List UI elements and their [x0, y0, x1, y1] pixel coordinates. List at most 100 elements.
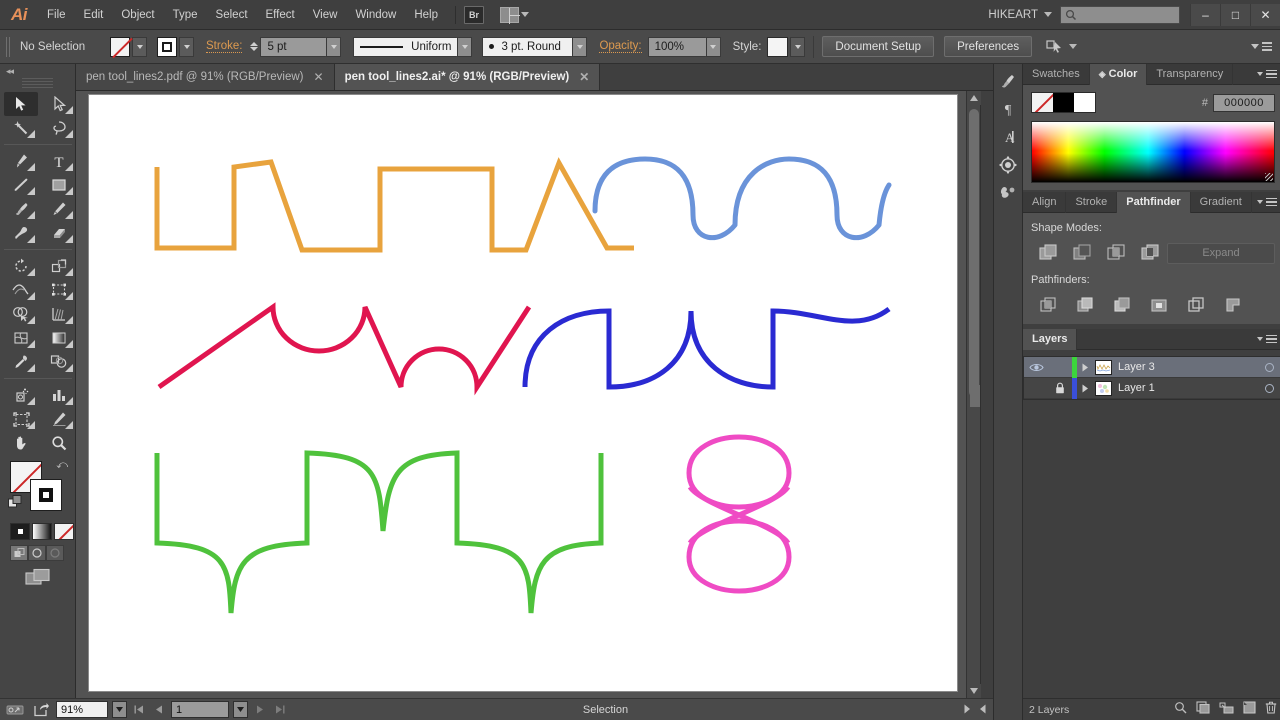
- column-graph-tool[interactable]: [42, 383, 76, 407]
- outline-button[interactable]: [1179, 293, 1216, 317]
- type-tool[interactable]: T: [42, 149, 76, 173]
- layer-disclosure-triangle[interactable]: [1077, 384, 1093, 393]
- layer-visibility-toggle[interactable]: [1024, 362, 1048, 373]
- stroke-swatch[interactable]: [30, 479, 62, 511]
- tab-align[interactable]: Align: [1023, 191, 1067, 213]
- opacity-combo[interactable]: 100%: [647, 36, 721, 57]
- stroke-weight-combo[interactable]: 5 pt: [260, 36, 342, 57]
- document-tab-ai[interactable]: pen tool_lines2.ai* @ 91% (RGB/Preview) …: [334, 64, 601, 90]
- close-icon[interactable]: ✕: [314, 71, 324, 83]
- swatch-white[interactable]: [1074, 93, 1095, 112]
- divide-button[interactable]: [1031, 293, 1068, 317]
- layer-lock-toggle[interactable]: [1048, 382, 1072, 394]
- rectangle-tool[interactable]: [42, 173, 76, 197]
- layer-row-1[interactable]: Layer 1: [1024, 377, 1280, 399]
- artboard-tool[interactable]: [4, 407, 38, 431]
- close-icon[interactable]: ✕: [579, 71, 589, 83]
- stroke-weight-stepper[interactable]: [250, 42, 259, 51]
- change-screen-mode-button[interactable]: [0, 568, 75, 586]
- close-button[interactable]: ✕: [1250, 3, 1280, 26]
- tab-transparency[interactable]: Transparency: [1147, 63, 1234, 85]
- delete-selection-icon[interactable]: [1265, 701, 1277, 719]
- intersect-button[interactable]: [1099, 241, 1133, 265]
- magic-wand-tool[interactable]: [4, 116, 38, 140]
- share-on-behance-icon[interactable]: [30, 702, 52, 718]
- zoom-level-input[interactable]: 91%: [56, 701, 108, 718]
- default-fill-stroke-icon[interactable]: [8, 495, 22, 514]
- crop-button[interactable]: [1142, 293, 1179, 317]
- layer-row-3[interactable]: Layer 3: [1024, 356, 1280, 378]
- tab-layers[interactable]: Layers: [1023, 328, 1078, 350]
- brush-definition-combo[interactable]: 3 pt. Round: [482, 36, 588, 57]
- toolbar-grip[interactable]: [22, 78, 53, 88]
- mesh-tool[interactable]: [4, 326, 38, 350]
- layer-name[interactable]: Layer 3: [1118, 361, 1256, 373]
- paragraph-icon[interactable]: ¶: [994, 96, 1022, 122]
- tab-stroke[interactable]: Stroke: [1066, 191, 1118, 213]
- stroke-weight-value[interactable]: 5 pt: [260, 36, 327, 57]
- stroke-profile-combo[interactable]: Uniform: [353, 36, 473, 57]
- artboard-number-dropdown[interactable]: [233, 701, 248, 718]
- bridge-button[interactable]: Br: [464, 5, 484, 24]
- layer-target-indicator[interactable]: [1256, 383, 1280, 393]
- user-name-label[interactable]: HIKEART: [978, 9, 1044, 21]
- layers-empty-area[interactable]: [1023, 400, 1280, 698]
- vertical-scroll-thumb[interactable]: [969, 109, 979, 397]
- rotate-tool[interactable]: [4, 254, 38, 278]
- blob-brush-tool[interactable]: [4, 221, 38, 245]
- pathfinder-panel-menu-button[interactable]: [1257, 197, 1280, 207]
- opacity-label[interactable]: Opacity:: [599, 40, 642, 53]
- tab-gradient[interactable]: Gradient: [1191, 191, 1252, 213]
- stroke-profile-dropdown[interactable]: [457, 36, 473, 57]
- gradient-tool[interactable]: [42, 326, 76, 350]
- next-artboard-button[interactable]: [252, 705, 268, 714]
- layers-panel-menu-button[interactable]: [1257, 334, 1280, 344]
- swap-fill-stroke-icon[interactable]: ⤺: [56, 459, 68, 472]
- menu-select[interactable]: Select: [207, 0, 257, 30]
- draw-inside-button[interactable]: [46, 545, 64, 561]
- brush-definition-value[interactable]: 3 pt. Round: [482, 36, 573, 57]
- menu-help[interactable]: Help: [405, 0, 447, 30]
- draw-normal-button[interactable]: [10, 545, 28, 561]
- eraser-tool[interactable]: [42, 221, 76, 245]
- canvas-area[interactable]: [76, 91, 980, 698]
- maximize-button[interactable]: □: [1220, 3, 1250, 26]
- opacity-dropdown[interactable]: [705, 36, 721, 57]
- document-tab-pdf[interactable]: pen tool_lines2.pdf @ 91% (RGB/Preview) …: [76, 64, 335, 90]
- menu-file[interactable]: File: [38, 0, 75, 30]
- toolbar-collapse-button[interactable]: ◂◂: [0, 64, 75, 78]
- none-mode-button[interactable]: [54, 523, 74, 540]
- create-new-sublayer-icon[interactable]: [1219, 701, 1234, 719]
- zoom-level-dropdown[interactable]: [112, 701, 127, 718]
- stroke-label[interactable]: Stroke:: [206, 40, 243, 53]
- minus-front-button[interactable]: [1065, 241, 1099, 265]
- stroke-swatch-dropdown[interactable]: [179, 36, 194, 57]
- expand-button[interactable]: Expand: [1167, 242, 1275, 264]
- spectrum-resize-grip[interactable]: [1265, 173, 1273, 181]
- free-transform-tool[interactable]: [42, 278, 76, 302]
- artboard[interactable]: [89, 95, 957, 691]
- scroll-up-button[interactable]: [967, 91, 981, 105]
- menu-object[interactable]: Object: [112, 0, 163, 30]
- blend-tool[interactable]: [42, 350, 76, 374]
- tab-pathfinder[interactable]: Pathfinder: [1117, 191, 1191, 213]
- selection-tool[interactable]: [4, 92, 38, 116]
- pen-tool[interactable]: [4, 149, 38, 173]
- direct-selection-tool[interactable]: [42, 92, 76, 116]
- stroke-color-swatch[interactable]: [157, 36, 177, 57]
- menu-effect[interactable]: Effect: [257, 0, 304, 30]
- draw-behind-button[interactable]: [28, 545, 46, 561]
- graphic-style-dropdown[interactable]: [790, 36, 806, 57]
- swatch-black[interactable]: [1053, 93, 1074, 112]
- tab-color[interactable]: ◈ Color: [1089, 63, 1148, 85]
- exclude-button[interactable]: [1133, 241, 1167, 265]
- brush-definition-dropdown[interactable]: [572, 36, 588, 57]
- fill-swatch-dropdown[interactable]: [132, 36, 147, 57]
- character-icon[interactable]: A: [994, 124, 1022, 150]
- layer-target-indicator[interactable]: [1256, 362, 1280, 372]
- layer-name[interactable]: Layer 1: [1118, 382, 1256, 394]
- pencil-tool[interactable]: [42, 197, 76, 221]
- previous-artboard-button[interactable]: [151, 705, 167, 714]
- lasso-tool[interactable]: [42, 116, 76, 140]
- last-artboard-button[interactable]: [272, 705, 288, 714]
